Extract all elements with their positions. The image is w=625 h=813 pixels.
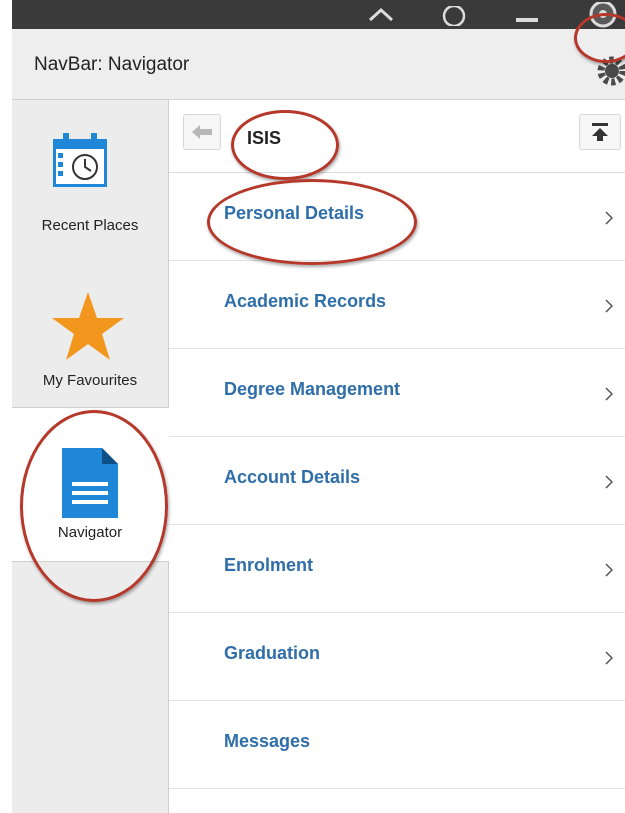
folder-title: ISIS <box>247 128 282 148</box>
chevron-right-icon <box>605 475 613 489</box>
nav-item-label: Enrolment <box>224 555 314 575</box>
navbar-header: NavBar: Navigator <box>12 29 625 100</box>
search-icon[interactable] <box>441 6 467 26</box>
sidebar-item-navigator[interactable]: Navigator <box>12 407 169 562</box>
calendar-clock-icon <box>53 133 107 187</box>
nav-item-personal-details[interactable]: Personal Details <box>169 173 625 261</box>
nav-item-label: Personal Details <box>224 203 365 223</box>
chevron-right-icon <box>605 387 613 401</box>
chevron-right-icon <box>605 651 613 665</box>
nav-item-label: Messages <box>224 731 311 751</box>
navbar-title: NavBar: Navigator <box>34 54 190 75</box>
document-icon <box>62 448 118 518</box>
top-toolbar <box>12 0 625 29</box>
sidebar-item-label: Recent Places <box>41 217 139 234</box>
navbar-icon[interactable] <box>586 2 620 28</box>
nav-item-label: Account Details <box>224 467 361 487</box>
nav-item-graduation[interactable]: Graduation <box>169 613 625 701</box>
nav-item-degree-management[interactable]: Degree Management <box>169 349 625 437</box>
sidebar-item-recent-places[interactable]: Recent Places <box>12 100 168 250</box>
back-button[interactable] <box>183 114 221 150</box>
navigator-panel: ISIS Personal Details Academic Records D… <box>169 100 625 813</box>
nav-item-label: Academic Records <box>224 291 387 311</box>
nav-item-enrolment[interactable]: Enrolment <box>169 525 625 613</box>
star-icon <box>52 292 124 360</box>
nav-item-label: Degree Management <box>224 379 401 399</box>
breadcrumb: ISIS <box>169 100 625 173</box>
chevron-right-icon <box>605 299 613 313</box>
nav-item-label: Graduation <box>224 643 321 663</box>
nav-item-academic-records[interactable]: Academic Records <box>169 261 625 349</box>
chevron-right-icon <box>605 563 613 577</box>
home-icon[interactable] <box>368 6 394 26</box>
menu-icon[interactable] <box>514 6 540 26</box>
back-arrow-icon <box>192 125 212 139</box>
sidebar-item-label: My Favourites <box>42 372 138 389</box>
arrow-to-top-icon <box>592 123 608 141</box>
sidebar-item-my-favourites[interactable]: My Favourites <box>12 250 168 407</box>
chevron-right-icon <box>605 211 613 225</box>
go-to-top-button[interactable] <box>579 114 621 150</box>
sidebar-item-label: Navigator <box>57 524 123 541</box>
gear-icon[interactable] <box>592 53 625 89</box>
nav-item-account-details[interactable]: Account Details <box>169 437 625 525</box>
nav-item-messages[interactable]: Messages <box>169 701 625 789</box>
navbar-sidebar: Recent Places My Favourites Navigator <box>12 100 169 813</box>
